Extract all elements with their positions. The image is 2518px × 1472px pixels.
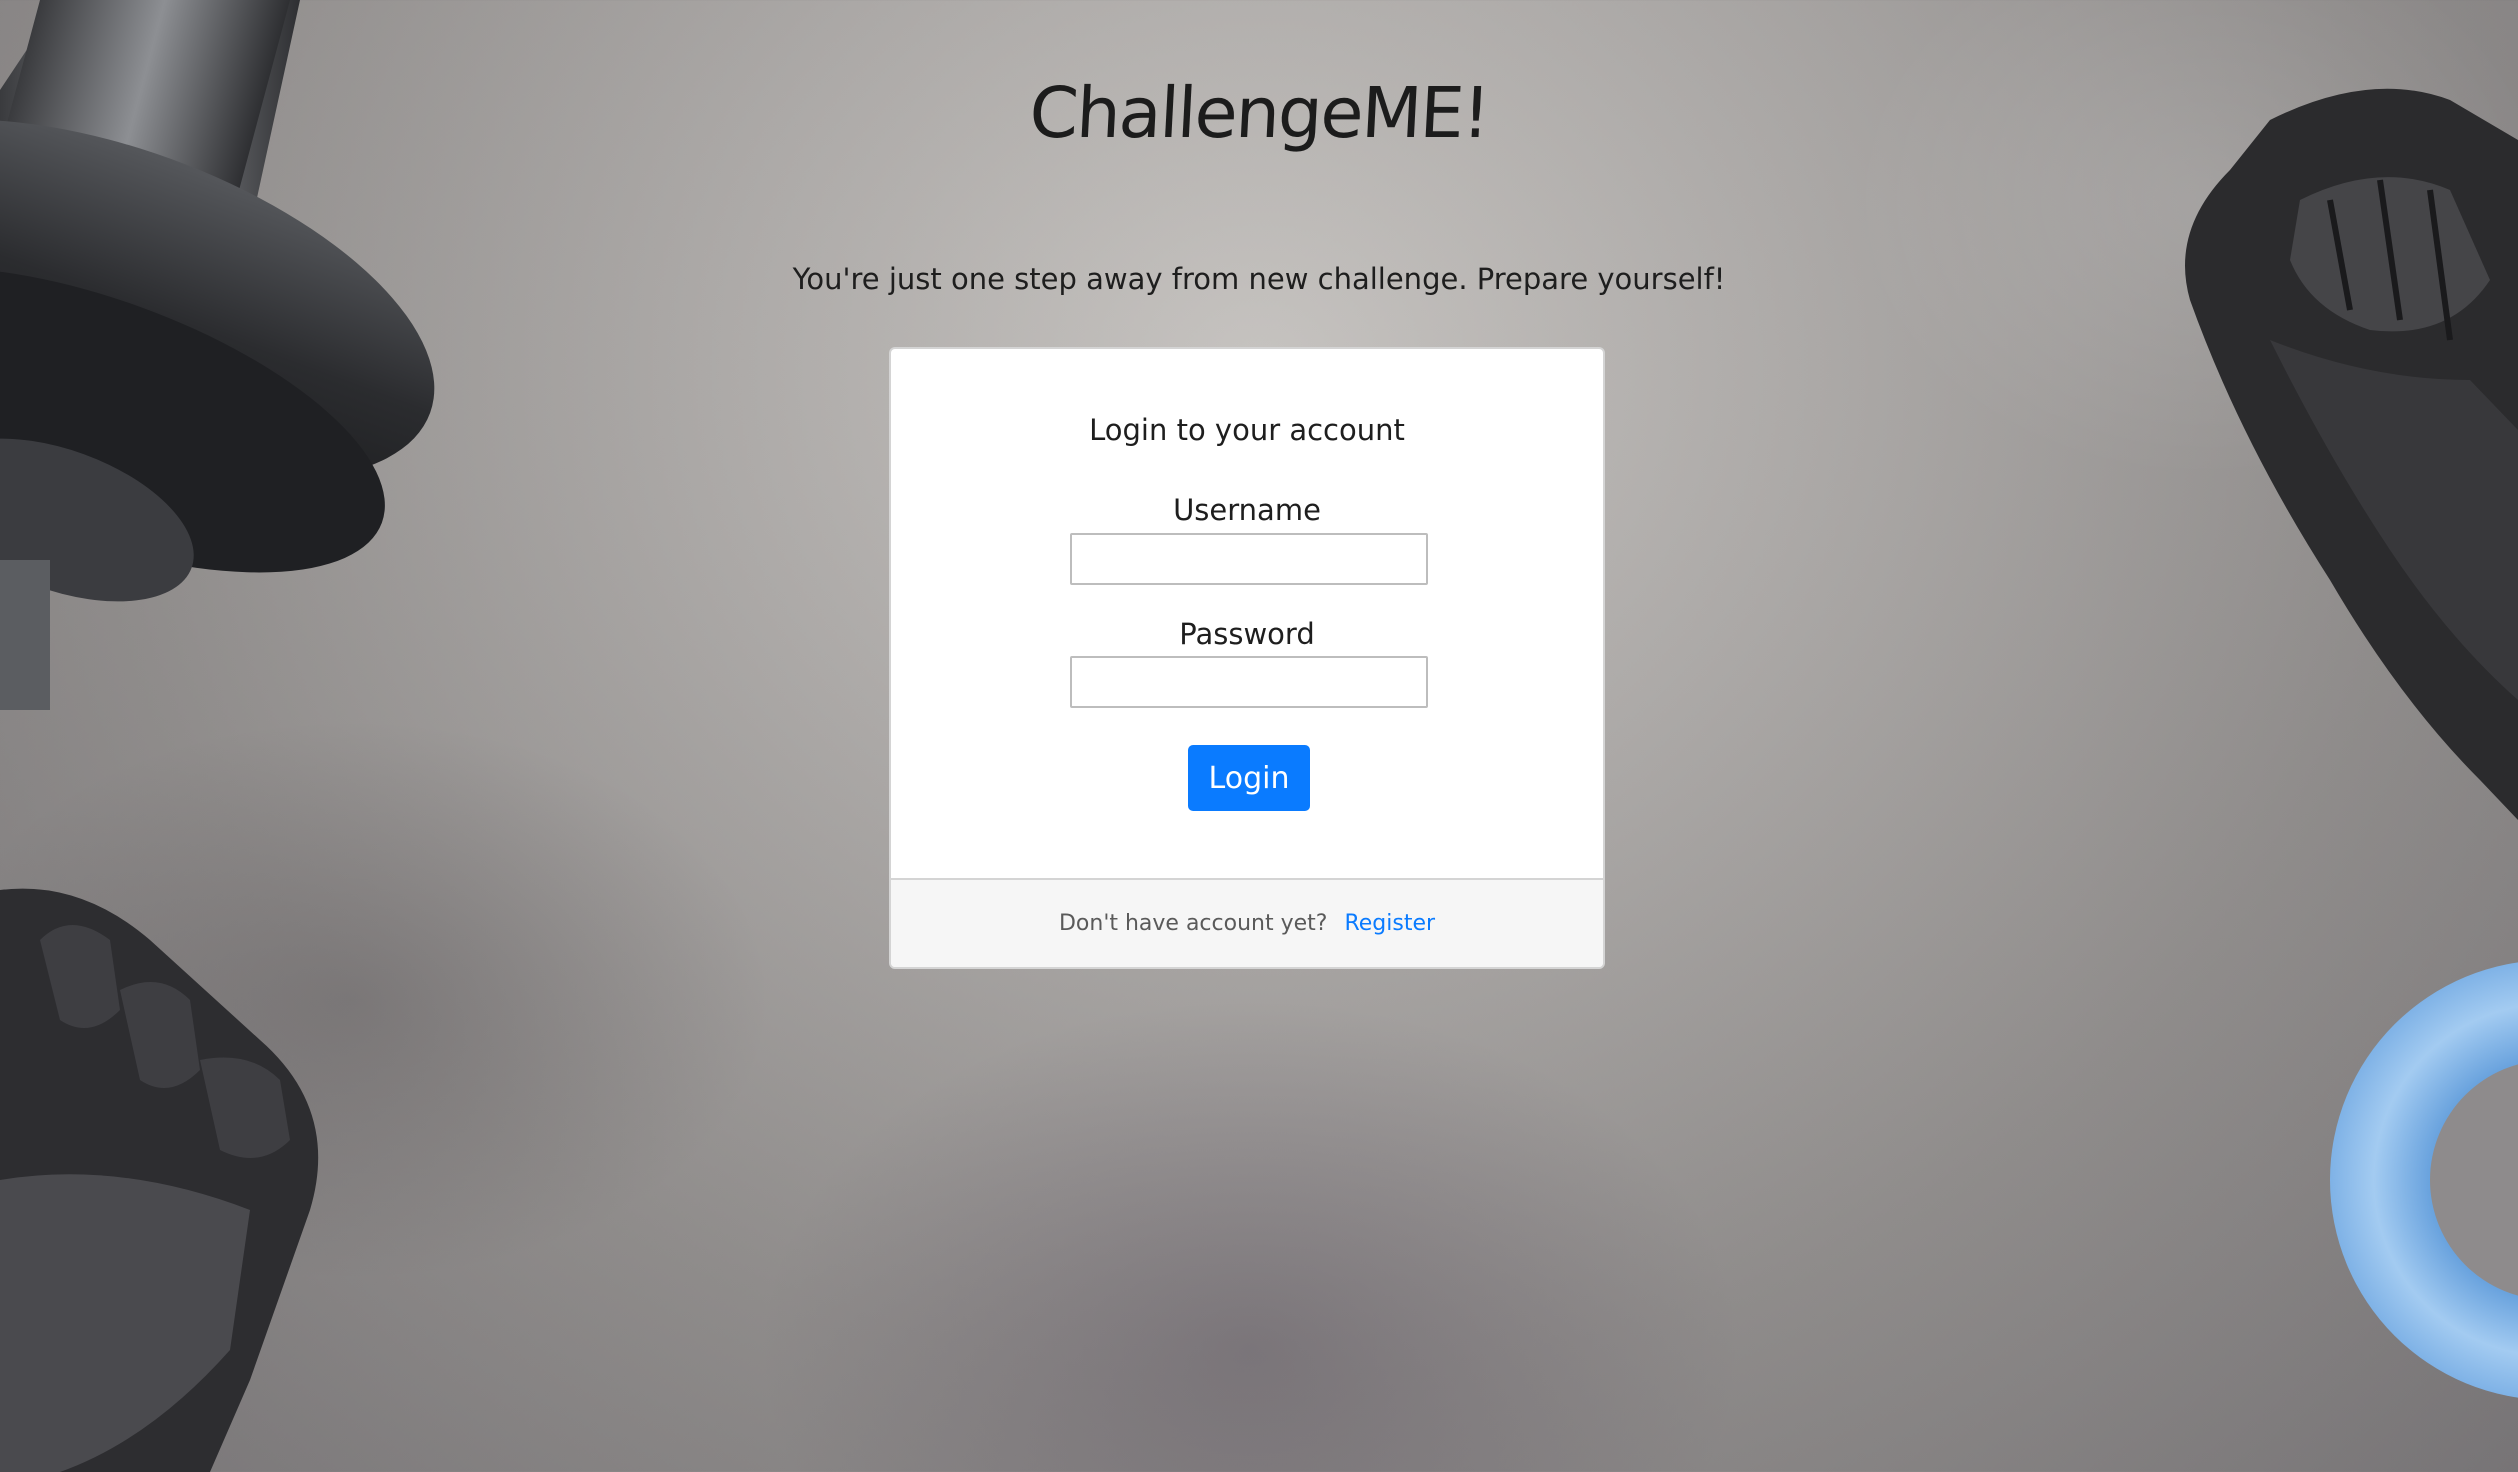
login-card: Login to your account Username Password … (889, 347, 1605, 969)
login-card-footer: Don't have account yet? Register (891, 878, 1603, 967)
no-account-text: Don't have account yet? (1058, 911, 1328, 936)
glove-image (0, 888, 319, 1472)
tagline: You're just one step away from new chall… (792, 262, 1726, 296)
login-card-body: Login to your account Username Password … (891, 349, 1603, 878)
login-button[interactable]: Login (1188, 745, 1310, 811)
username-input[interactable] (1070, 533, 1428, 585)
password-input[interactable] (1070, 656, 1428, 708)
username-label: Username (1173, 493, 1321, 527)
app-logo: ChallengeME! (1027, 72, 1491, 154)
login-card-title: Login to your account (1089, 413, 1405, 447)
register-link[interactable]: Register (1344, 911, 1435, 936)
password-label: Password (1179, 617, 1315, 651)
glove-image (2185, 88, 2518, 820)
grip-ring-image (2330, 962, 2518, 1398)
